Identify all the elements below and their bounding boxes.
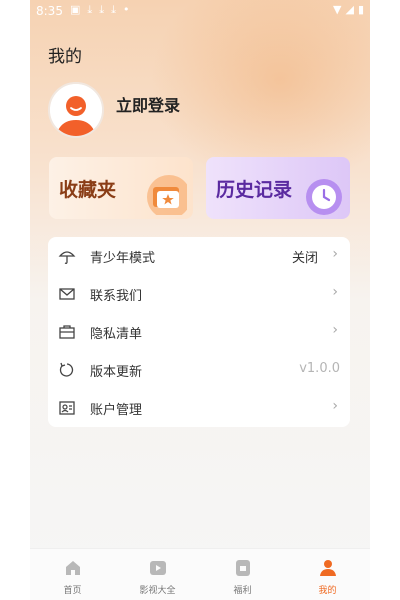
system-icons: ▼ ◢ ▮ [333, 3, 364, 16]
menu-item-label: 版本更新 [90, 365, 143, 380]
briefcase-icon [59, 325, 75, 339]
play-icon [150, 561, 166, 575]
umbrella-icon [58, 251, 76, 264]
menu-item-privacy-list[interactable]: 隐私清单 › [48, 313, 350, 351]
image-notification-icon: ▣ [70, 3, 81, 16]
history-card[interactable]: 历史记录 [206, 157, 350, 219]
menu-item-label: 联系我们 [90, 289, 143, 304]
download-icon: ⤓ [99, 3, 105, 16]
favorites-card[interactable]: 收藏夹 [49, 157, 193, 219]
page-title: 我的 [48, 47, 82, 67]
wifi-icon: ▼ [333, 3, 342, 16]
refresh-icon [59, 362, 74, 377]
user-icon [320, 560, 336, 576]
bottom-tab-bar: 首页 影视大全 福利 我的 [30, 548, 370, 600]
dot-icon: • [123, 3, 130, 16]
tab-label: 首页 [63, 586, 82, 596]
version-number: v1.0.0 [299, 361, 340, 376]
tab-label: 福利 [233, 586, 252, 596]
tab-home[interactable]: 首页 [30, 549, 115, 600]
menu-item-youth-mode[interactable]: 青少年模式 关闭 › [48, 237, 350, 275]
clock-icon [306, 179, 342, 215]
chevron-right-icon: › [332, 246, 338, 262]
menu-item-account-management[interactable]: 账户管理 › [48, 389, 350, 427]
chevron-right-icon: › [332, 284, 338, 300]
tab-label: 影视大全 [139, 586, 176, 596]
login-link[interactable]: 立即登录 [116, 92, 180, 116]
download-icon: ⤓ [111, 3, 117, 16]
chevron-right-icon: › [332, 322, 338, 338]
avatar[interactable] [48, 82, 104, 138]
youth-mode-status: 关闭 [291, 251, 318, 266]
notification-icons: ▣ ⤓ ⤓ ⤓ • [70, 3, 130, 17]
tab-movies[interactable]: 影视大全 [115, 549, 200, 600]
phone-screen: 8:35 ▣ ⤓ ⤓ ⤓ • ▼ ◢ ▮ 我的 立即登录 收藏夹 历史记录 青少… [30, 0, 370, 600]
signal-icon: ◢ [345, 3, 354, 16]
favorites-label: 收藏夹 [59, 179, 117, 201]
user-avatar-icon [50, 84, 102, 136]
history-label: 历史记录 [216, 179, 293, 201]
tab-welfare[interactable]: 福利 [200, 549, 285, 600]
home-icon [66, 561, 80, 575]
menu-item-contact-us[interactable]: 联系我们 › [48, 275, 350, 313]
gift-icon [236, 560, 250, 576]
id-card-icon [59, 401, 75, 415]
menu-item-version-update[interactable]: 版本更新 v1.0.0 [48, 351, 350, 389]
download-icon: ⤓ [87, 3, 93, 16]
settings-menu: 青少年模式 关闭 › 联系我们 › 隐私清单 › 版本更新 v1.0.0 账户管… [48, 237, 350, 427]
mail-icon [59, 288, 75, 300]
battery-icon: ▮ [357, 3, 364, 16]
menu-item-label: 隐私清单 [90, 327, 143, 342]
folder-star-icon [147, 175, 187, 215]
menu-item-label: 账户管理 [90, 403, 143, 418]
status-time: 8:35 [36, 4, 63, 18]
tab-mine[interactable]: 我的 [285, 549, 370, 600]
menu-item-label: 青少年模式 [90, 251, 156, 266]
status-bar: 8:35 ▣ ⤓ ⤓ ⤓ • ▼ ◢ ▮ [30, 0, 370, 22]
tab-label: 我的 [318, 586, 337, 596]
chevron-right-icon: › [332, 398, 338, 414]
